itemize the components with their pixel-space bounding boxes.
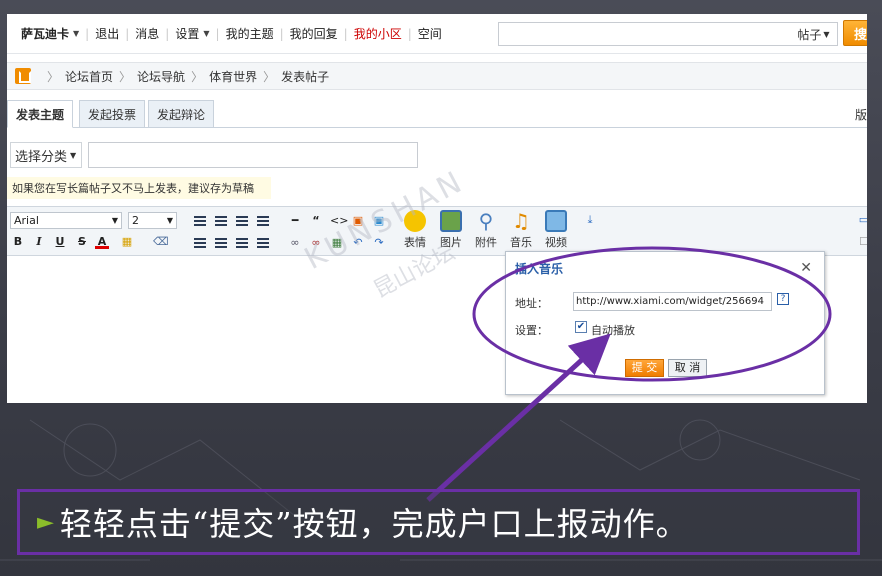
dialog-title: 插入音乐 [515, 262, 564, 276]
music-url-input[interactable]: http://www.xiami.com/widget/256694 [573, 292, 772, 311]
close-icon[interactable]: ✕ [800, 260, 812, 276]
address-label: 地址： [515, 297, 548, 310]
font-color-icon[interactable]: A [95, 235, 109, 249]
attachment-label: 附件 [475, 236, 497, 249]
my-replies-link[interactable]: 我的回复 [290, 25, 338, 42]
tab-new-poll[interactable]: 发起投票 [79, 100, 146, 128]
chevron-down-icon: ▼ [203, 29, 210, 38]
font-size-value: 2 [132, 214, 139, 227]
strikethrough-icon[interactable]: S [75, 235, 89, 249]
align-left-icon[interactable] [194, 216, 206, 227]
category-select[interactable]: 选择分类 ▼ [10, 142, 82, 168]
caption-text: 轻轻点击“提交”按钮，完成户口上报动作。 [59, 505, 689, 543]
image-icon [440, 210, 462, 232]
tab-new-thread[interactable]: 发表主题 [7, 100, 74, 128]
attachment-button[interactable]: ⚲ 附件 [469, 210, 503, 250]
video-icon [545, 210, 567, 232]
search-input[interactable] [498, 22, 791, 46]
chevron-right-icon: 〉 [263, 69, 276, 84]
bullet-list-icon[interactable] [215, 238, 227, 249]
clear-format-icon[interactable]: ⌫ [153, 235, 169, 249]
toolbar-option-icon[interactable]: ▭ [857, 213, 867, 227]
my-threads-link[interactable]: 我的主题 [226, 25, 274, 42]
chevron-down-icon: ▼ [111, 216, 118, 225]
align-center-icon[interactable] [215, 216, 227, 227]
chevron-right-icon: 〉 [191, 69, 204, 84]
chevron-right-icon: 〉 [47, 69, 60, 84]
paperclip-icon: ⚲ [478, 209, 494, 233]
music-button[interactable]: ♫ 音乐 [504, 210, 538, 250]
settings-label: 设置： [515, 324, 548, 337]
breadcrumb-sports[interactable]: 体育世界 [209, 68, 257, 85]
background-color-icon[interactable]: ▦ [120, 235, 134, 249]
category-select-label: 选择分类 [15, 149, 68, 165]
search-button[interactable]: 搜 [843, 20, 867, 46]
search-scope-select[interactable]: 帖子 ▼ [790, 22, 838, 46]
username-menu[interactable]: 萨瓦迪卡 [21, 25, 69, 42]
chevron-down-icon: ▼ [823, 29, 830, 39]
download-icon[interactable]: ⤓ [583, 213, 597, 227]
divider: | [343, 26, 348, 41]
font-size-select[interactable]: 2 ▼ [128, 212, 177, 229]
breadcrumb: 〉 论坛首页 〉 论坛导航 〉 体育世界 〉 发表帖子 [7, 62, 867, 90]
font-family-value: Arial [14, 214, 39, 227]
divider: | [215, 26, 220, 41]
font-family-select[interactable]: Arial ▼ [10, 212, 122, 229]
logout-link[interactable]: 退出 [95, 25, 119, 42]
my-community-link[interactable]: 我的小区 [354, 25, 402, 42]
outdent-icon[interactable] [236, 238, 248, 249]
chevron-down-icon: ▼ [73, 29, 80, 38]
submit-button[interactable]: 提 交 [625, 359, 664, 377]
divider: | [279, 26, 284, 41]
video-label: 视频 [545, 236, 567, 249]
chevron-down-icon: ▼ [70, 150, 77, 160]
align-right-icon[interactable] [236, 216, 248, 227]
bold-icon[interactable]: B [11, 235, 25, 249]
chevron-right-icon: 〉 [119, 69, 132, 84]
underline-icon[interactable]: U [53, 235, 67, 249]
cancel-button[interactable]: 取 消 [668, 359, 707, 377]
help-icon[interactable]: ? [777, 293, 789, 305]
divider: | [125, 26, 130, 41]
indent-icon[interactable] [257, 238, 269, 249]
chevron-down-icon: ▼ [166, 216, 173, 225]
messages-link[interactable]: 消息 [135, 25, 159, 42]
breadcrumb-current: 发表帖子 [281, 69, 330, 84]
breadcrumb-forum-home[interactable]: 论坛首页 [65, 68, 113, 85]
quote-icon[interactable]: “ [309, 214, 323, 228]
music-note-icon: ♫ [512, 209, 530, 233]
toolbar-checkbox-icon[interactable]: ☐ [857, 235, 867, 249]
caption-box: ► 轻轻点击“提交”按钮，完成户口上报动作。 [17, 489, 860, 555]
autoplay-label: 自动播放 [591, 324, 635, 337]
home-icon[interactable] [15, 68, 31, 84]
post-type-tabs: 发表主题 发起投票 发起辩论 版 [7, 100, 867, 128]
video-button[interactable]: 视频 [539, 210, 573, 250]
horizontal-rule-icon[interactable]: ━ [288, 214, 302, 228]
thread-title-input[interactable] [88, 142, 418, 168]
ordered-list-icon[interactable] [194, 238, 206, 249]
align-justify-icon[interactable] [257, 216, 269, 227]
divider: | [85, 26, 90, 41]
tab-right-label: 版 [855, 108, 867, 122]
insert-music-dialog: 插入音乐 ✕ 地址： http://www.xiami.com/widget/2… [505, 251, 825, 395]
space-link[interactable]: 空间 [418, 25, 442, 42]
autoplay-checkbox[interactable]: ✔ [575, 321, 587, 333]
search-scope-label: 帖子 [797, 27, 822, 42]
divider: | [165, 26, 170, 41]
draft-tip: 如果您在写长篇帖子又不马上发表，建议存为草稿 [7, 177, 271, 199]
forum-screenshot: 萨瓦迪卡 ▼ | 退出 | 消息 | 设置 ▼ | 我的主题 | 我的回复 | … [7, 14, 867, 403]
breadcrumb-forum-nav[interactable]: 论坛导航 [137, 68, 185, 85]
tab-new-debate[interactable]: 发起辩论 [148, 100, 215, 128]
italic-icon[interactable]: I [32, 235, 46, 249]
bullet-triangle-icon: ► [37, 509, 54, 535]
music-label: 音乐 [510, 236, 532, 249]
settings-menu[interactable]: 设置 [175, 25, 199, 42]
divider: | [407, 26, 412, 41]
